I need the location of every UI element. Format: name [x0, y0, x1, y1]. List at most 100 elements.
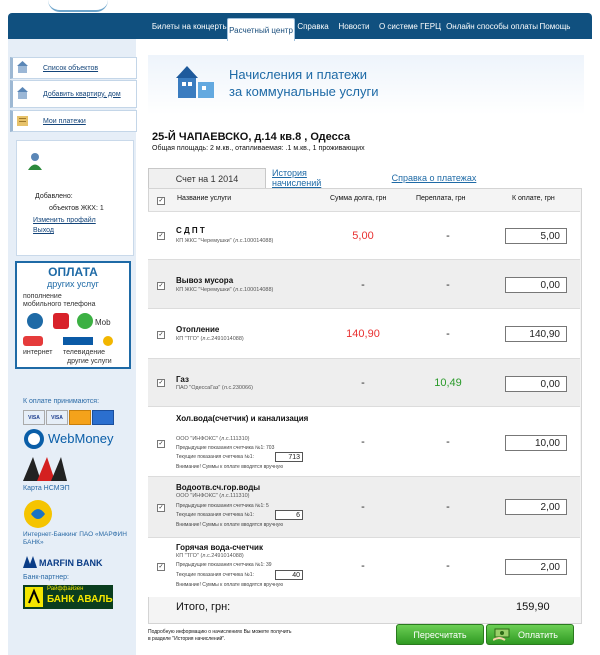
row-checkbox[interactable]: ✓ — [157, 440, 165, 448]
table-row: ✓ Отопление КП "ТГО" (л.с.2491014088) 14… — [148, 308, 580, 359]
amount-input[interactable]: 10,00 — [505, 435, 567, 451]
sidebar-item-label: Список объектов — [43, 64, 99, 72]
webmoney-label: WebMoney — [48, 431, 114, 446]
nav-news[interactable]: Новости — [336, 13, 372, 39]
debt-value: - — [361, 279, 365, 291]
manual-entry-warning: Внимание! Суммы к оплате вводятся вручну… — [176, 522, 284, 528]
address-title: 25-Й ЧАПАЕВСКО, д.14 кв.8 , Одесса — [152, 131, 351, 143]
table-row: ✓ Водоотв.сч.гор.воды ООО "ИНФОКС" (л.с.… — [148, 476, 580, 538]
overpay-value: - — [446, 501, 450, 513]
manual-entry-warning: Внимание! Суммы к оплате вводятся вручну… — [176, 582, 284, 588]
service-provider: КП "ТГО" (л.с.2491014088) — [176, 553, 244, 559]
debt-value: 140,90 — [346, 328, 380, 340]
amount-input[interactable]: 140,90 — [505, 326, 567, 342]
row-checkbox[interactable]: ✓ — [157, 232, 165, 240]
sidebar-item-objects-list[interactable]: Список объектов — [10, 57, 137, 79]
nav-about-gerc[interactable]: О системе ГЕРЦ — [378, 13, 442, 39]
total-value: 159,90 — [516, 601, 550, 613]
tab-payment-reference[interactable]: Справка о платежах — [386, 168, 482, 188]
service-provider: ООО "ИНФОКС" (л.с.111310) — [176, 436, 250, 442]
recalculate-button[interactable]: Пересчитать — [396, 624, 484, 645]
house-icon — [17, 61, 28, 73]
nav-support[interactable]: Помощь — [540, 13, 571, 39]
user-panel: Добавлено: объектов ЖКХ: 1 Изменить проф… — [16, 140, 134, 256]
service-provider: ООО "ИНФОКС" (л.с.111310) — [176, 493, 250, 499]
maestro-icon — [92, 410, 114, 425]
money-hand-icon — [493, 628, 510, 641]
row-checkbox[interactable]: ✓ — [157, 504, 165, 512]
debt-value: 5,00 — [352, 230, 374, 242]
manual-entry-warning: Внимание! Суммы к оплате вводятся вручну… — [176, 464, 284, 470]
service-provider: ПАО "ОдессаГаз" (л.с.230066) — [176, 385, 253, 391]
service-provider: КП "ТГО" (л.с.2491014088) — [176, 336, 244, 342]
edit-profile-link[interactable]: Изменить профайл — [33, 217, 96, 224]
history-note: Подробную информацию о начислениях Вы мо… — [148, 629, 292, 643]
banner-internet: интернет — [23, 349, 53, 356]
page-title: Начисления и платежи за коммунальные усл… — [229, 66, 378, 100]
meter-reading-input[interactable]: 713 — [275, 452, 303, 462]
added-label: Добавлено: — [35, 193, 73, 200]
row-checkbox[interactable]: ✓ — [157, 563, 165, 571]
meter-reading-input[interactable]: 6 — [275, 510, 303, 520]
header-debt: Сумма долга, грн — [330, 195, 387, 202]
marfin-bank-label: MARFIN BANK — [39, 558, 103, 568]
amount-input[interactable]: 2,00 — [505, 559, 567, 575]
total-label: Итого, грн: — [176, 601, 231, 613]
webmoney-icon — [24, 429, 44, 449]
aval-label: БАНК АВАЛЬ — [47, 594, 113, 605]
nsmep-logo-icon — [23, 457, 67, 481]
other-services-banner[interactable]: ОПЛАТА других услуг пополнение мобильног… — [15, 261, 131, 369]
meter-reading-input[interactable]: 40 — [275, 570, 303, 580]
visa-electron-icon: VISA — [46, 410, 68, 425]
table-row: ✓ С Д П Т КП ЖКС "Черемушки" (л.с.100014… — [148, 211, 580, 260]
nav-online-payment[interactable]: Онлайн способы оплаты — [446, 13, 538, 39]
mobile-operators-icon: Mob — [27, 313, 111, 329]
service-provider: КП ЖКС "Черемушки" (л.с.100014088) — [176, 287, 274, 293]
amount-input[interactable]: 5,00 — [505, 228, 567, 244]
add-house-icon — [17, 87, 28, 99]
overpay-value: - — [446, 436, 450, 448]
nav-concert-tickets[interactable]: Билеты на концерты — [152, 13, 228, 39]
service-name: Отопление — [176, 325, 220, 334]
previous-reading: Предыдущие показания счетчика №1: 39 — [176, 562, 272, 568]
service-name: Хол.вода(счетчик) и канализация — [176, 414, 309, 423]
table-row: ✓ Хол.вода(счетчик) и канализация ООО "И… — [148, 406, 580, 477]
row-checkbox[interactable]: ✓ — [157, 282, 165, 290]
nav-help-info[interactable]: Справка — [297, 13, 328, 39]
debt-value: - — [361, 377, 365, 389]
row-checkbox[interactable]: ✓ — [157, 331, 165, 339]
tab-invoice[interactable]: Счет на 1 2014 — [148, 168, 266, 189]
banner-line2: мобильного телефона — [23, 301, 96, 308]
pay-button-label: Оплатить — [518, 629, 558, 640]
previous-reading: Предыдущие показания счетчика №1: 5 — [176, 503, 269, 509]
table-row: ✓ Газ ПАО "ОдессаГаз" (л.с.230066) - 10,… — [148, 358, 580, 407]
page-title-line1: Начисления и платежи — [229, 67, 368, 82]
amount-input[interactable]: 0,00 — [505, 277, 567, 293]
debt-value: - — [361, 560, 365, 572]
amount-input[interactable]: 2,00 — [505, 499, 567, 515]
pay-button[interactable]: Оплатить — [486, 624, 574, 645]
nav-settlement-center[interactable]: Расчетный центр — [227, 18, 295, 41]
current-reading-label: Текущие показания счетчика №1: — [176, 572, 254, 578]
provider-logos-icon — [23, 336, 113, 346]
marfin-bank-logo-icon — [24, 500, 52, 528]
sidebar-item-my-payments[interactable]: Мои платежи — [10, 110, 137, 132]
overpay-value: - — [446, 560, 450, 572]
logout-link[interactable]: Выход — [33, 227, 54, 234]
debt-value: - — [361, 436, 365, 448]
service-name: С Д П Т — [176, 226, 205, 235]
marfin-icon — [23, 556, 37, 568]
select-all-checkbox[interactable]: ✓ — [157, 197, 165, 205]
table-row: ✓ Горячая вода-счетчик КП "ТГО" (л.с.249… — [148, 537, 580, 597]
page-title-line2: за коммунальные услуги — [229, 84, 379, 99]
mastercard-icon — [69, 410, 91, 425]
internet-banking-label: Интернет-Банкинг ПАО «МАРФИН БАНК» — [23, 531, 127, 546]
header-topay: К оплате, грн — [512, 195, 555, 202]
sidebar-item-add-apartment[interactable]: Добавить квартиру, дом — [10, 80, 137, 108]
banner-subtitle: других услуг — [47, 279, 99, 289]
tab-charge-history[interactable]: История начислений — [272, 168, 352, 188]
amount-input[interactable]: 0,00 — [505, 376, 567, 392]
header-overpay: Переплата, грн — [416, 195, 466, 202]
row-checkbox[interactable]: ✓ — [157, 379, 165, 387]
overpay-value: - — [446, 279, 450, 291]
